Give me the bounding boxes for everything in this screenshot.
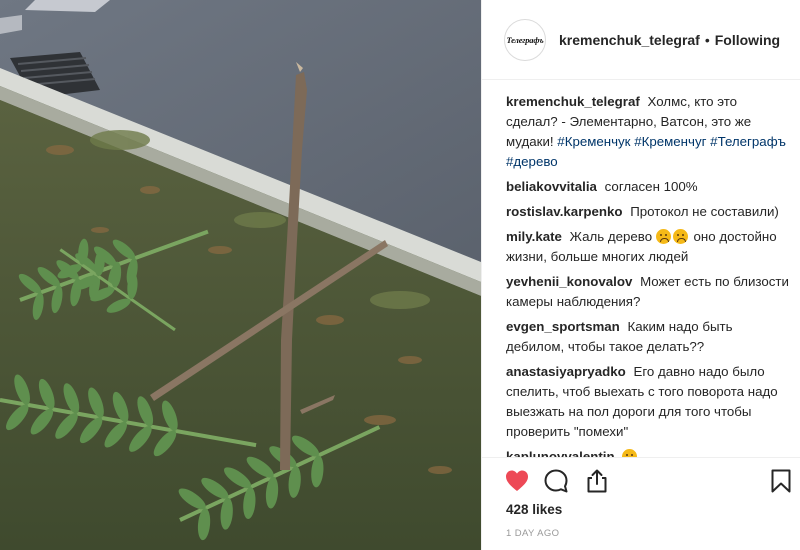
like-button[interactable] bbox=[504, 468, 530, 494]
comment-username[interactable]: beliakovvitalia bbox=[506, 179, 597, 194]
header-username[interactable]: kremenchuk_telegraf bbox=[559, 32, 700, 48]
comment-item: kaplunovvalentin bbox=[506, 447, 791, 457]
post-actions: 428 likes 1 DAY AGO bbox=[482, 457, 800, 550]
caption: kremenchuk_telegraf Холмс, кто это сдела… bbox=[506, 92, 791, 172]
likes-count[interactable]: 428 likes bbox=[506, 502, 562, 517]
comment-text: Жаль дерево bbox=[569, 229, 653, 244]
hashtag[interactable]: #дерево bbox=[506, 154, 558, 169]
comment-item: evgen_sportsman Каким надо быть дебилом,… bbox=[506, 317, 791, 357]
instagram-post: Телеграфъ kremenchuk_telegraf • Followin… bbox=[0, 0, 800, 550]
comment-text: Протокол не составили) bbox=[630, 204, 779, 219]
avatar-logo: Телеграфъ bbox=[506, 34, 544, 45]
share-button[interactable] bbox=[584, 468, 610, 494]
sad-face-icon bbox=[655, 229, 671, 244]
comment-username[interactable]: kaplunovvalentin bbox=[506, 449, 615, 457]
comment-username[interactable]: mily.kate bbox=[506, 229, 562, 244]
comment-item: beliakovvitalia согласен 100% bbox=[506, 177, 791, 197]
hashtag[interactable]: #Кременчук bbox=[557, 134, 630, 149]
post-timestamp[interactable]: 1 DAY AGO bbox=[506, 528, 559, 539]
photo-illustration bbox=[0, 0, 481, 550]
post-header: Телеграфъ kremenchuk_telegraf • Followin… bbox=[482, 0, 800, 80]
post-side-panel: Телеграфъ kremenchuk_telegraf • Followin… bbox=[481, 0, 800, 550]
hashtag[interactable]: #Кременчуг bbox=[634, 134, 706, 149]
save-button[interactable] bbox=[768, 468, 794, 494]
comment-username[interactable]: yevhenii_konovalov bbox=[506, 274, 632, 289]
bookmark-icon bbox=[771, 469, 791, 493]
comment-item: rostislav.karpenko Протокол не составили… bbox=[506, 202, 791, 222]
comment-username[interactable]: kremenchuk_telegraf bbox=[506, 94, 640, 109]
post-photo[interactable] bbox=[0, 0, 481, 550]
comment-username[interactable]: anastasiyapryadko bbox=[506, 364, 626, 379]
speech-bubble-icon bbox=[544, 469, 568, 493]
comments-list[interactable]: kremenchuk_telegraf Холмс, кто это сдела… bbox=[482, 80, 800, 457]
comment-button[interactable] bbox=[543, 468, 569, 494]
comment-item: mily.kate Жаль дерево оно достойно жизни… bbox=[506, 227, 791, 267]
heart-icon bbox=[506, 470, 528, 491]
sad-face-icon bbox=[622, 449, 638, 457]
comment-item: anastasiyapryadko Его давно надо было сп… bbox=[506, 362, 791, 442]
comment-username[interactable]: rostislav.karpenko bbox=[506, 204, 623, 219]
follow-status-button[interactable]: Following bbox=[715, 32, 780, 48]
comment-item: yevhenii_konovalov Может есть по близост… bbox=[506, 272, 791, 312]
share-icon bbox=[587, 469, 607, 493]
sad-face-icon bbox=[672, 229, 688, 244]
hashtag[interactable]: #Телеграфъ bbox=[710, 134, 786, 149]
header-separator: • bbox=[704, 31, 710, 48]
comment-username[interactable]: evgen_sportsman bbox=[506, 319, 620, 334]
comment-text: согласен 100% bbox=[604, 179, 698, 194]
avatar[interactable]: Телеграфъ bbox=[504, 18, 546, 61]
